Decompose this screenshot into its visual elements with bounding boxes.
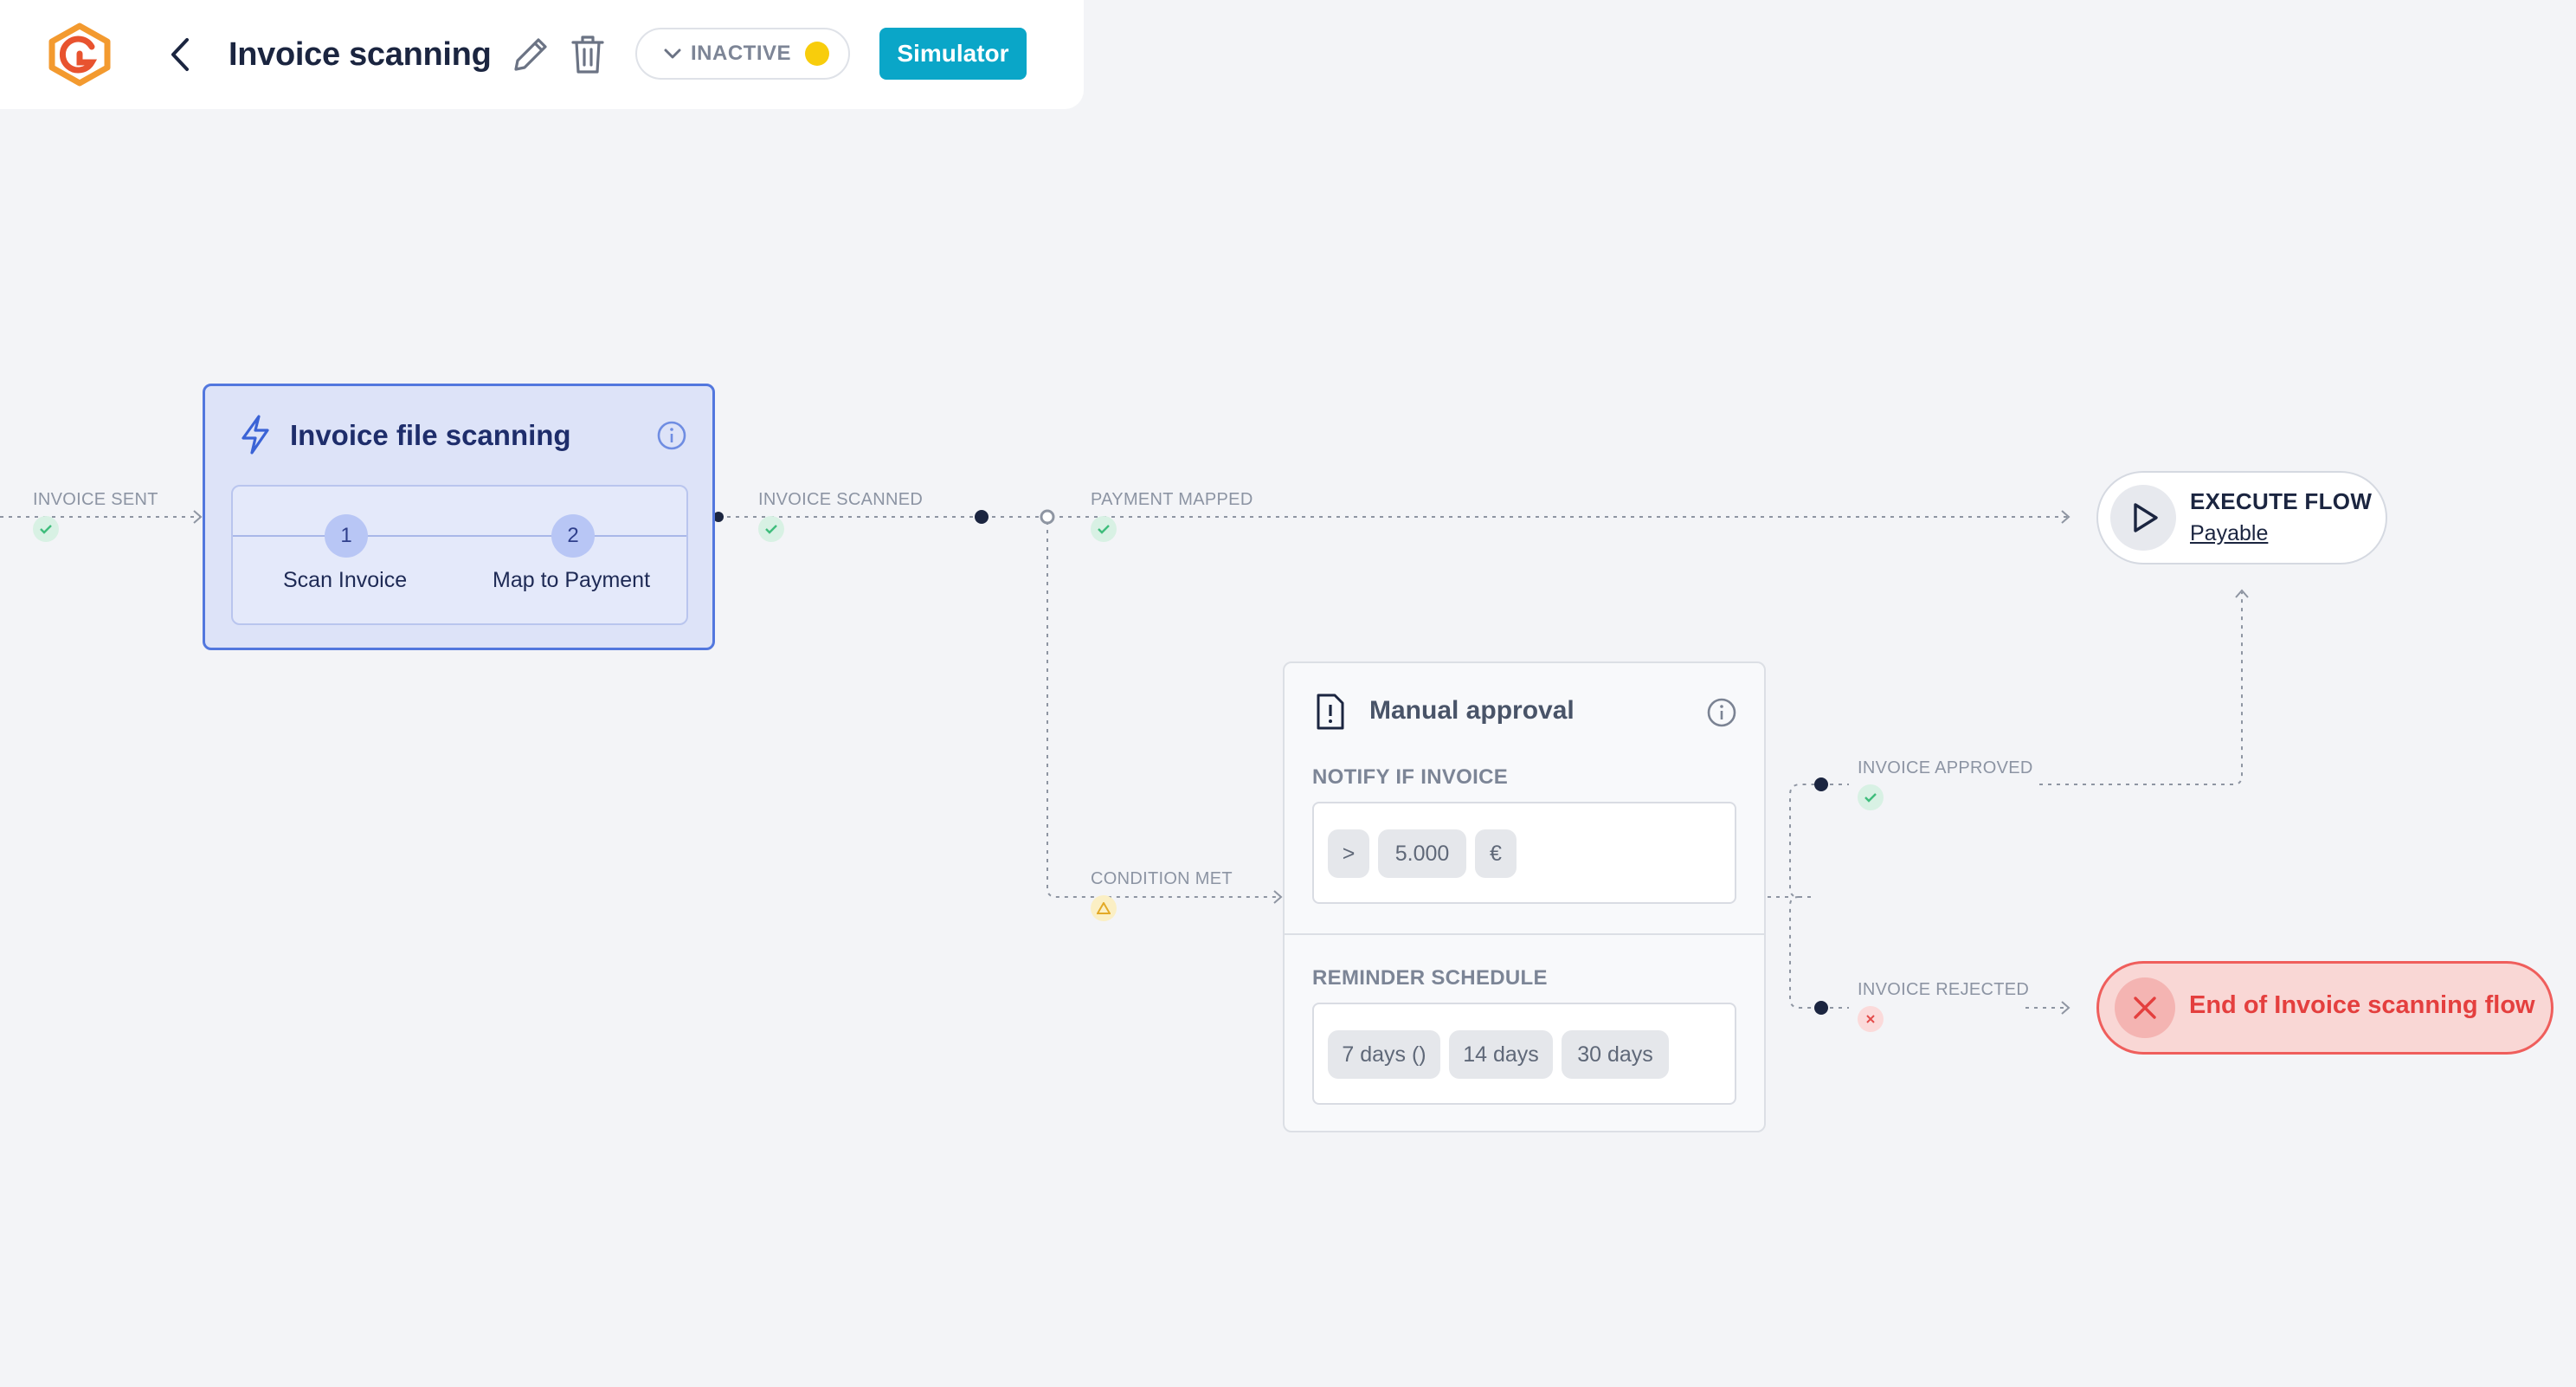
condition-currency-chip[interactable]: € <box>1475 829 1517 878</box>
manual-approval-node[interactable]: Manual approval NOTIFY IF INVOICE > 5.00… <box>1283 661 1766 1132</box>
reminder-chip[interactable]: 7 days () <box>1328 1030 1440 1079</box>
status-label: INACTIVE <box>691 42 792 65</box>
chevron-down-icon <box>664 48 681 59</box>
edge-label-invoice-approved: INVOICE APPROVED <box>1858 758 2033 777</box>
trigger-steps: 1 Scan Invoice 2 Map to Payment <box>231 485 688 625</box>
close-icon <box>1858 1006 1884 1032</box>
execute-flow-label: EXECUTE FLOW <box>2190 488 2373 514</box>
status-dropdown[interactable]: INACTIVE <box>635 28 850 80</box>
reminder-section-label: REMINDER SCHEDULE <box>1312 966 1548 990</box>
reminder-chip[interactable]: 30 days <box>1562 1030 1669 1079</box>
close-icon <box>2115 977 2175 1038</box>
edge-label-invoice-rejected: INVOICE REJECTED <box>1858 980 2030 999</box>
step-label-scan-invoice: Scan Invoice <box>283 568 408 592</box>
condition-operator-chip[interactable]: > <box>1328 829 1369 878</box>
condition-amount-chip[interactable]: 5.000 <box>1378 829 1466 878</box>
simulator-button[interactable]: Simulator <box>879 28 1027 80</box>
edge-label-invoice-sent: INVOICE SENT <box>33 490 158 509</box>
notify-section-label: NOTIFY IF INVOICE <box>1312 765 1509 789</box>
check-icon <box>1091 516 1117 542</box>
warning-icon <box>1091 895 1117 921</box>
execute-flow-link[interactable]: Payable <box>2190 521 2268 546</box>
pencil-icon[interactable] <box>509 35 552 76</box>
check-icon <box>758 516 784 542</box>
step-number-1: 1 <box>325 514 368 558</box>
section-divider <box>1285 933 1764 935</box>
steps-connector-line <box>233 535 686 537</box>
step-label-map-to-payment: Map to Payment <box>493 568 651 592</box>
check-icon <box>33 516 59 542</box>
notify-condition-field[interactable]: > 5.000 € <box>1312 802 1736 904</box>
execute-flow-node[interactable]: EXECUTE FLOW Payable <box>2096 471 2387 564</box>
top-bar: Invoice scanning INACTIVE Simulator <box>0 0 1084 109</box>
info-icon[interactable] <box>1705 696 1738 729</box>
trash-icon[interactable] <box>568 33 608 76</box>
trigger-node-invoice-file-scanning[interactable]: Invoice file scanning 1 Scan Invoice 2 M… <box>203 384 715 650</box>
end-flow-node[interactable]: End of Invoice scanning flow <box>2096 961 2553 1055</box>
lightning-bolt-icon <box>238 414 273 455</box>
trigger-title: Invoice file scanning <box>290 419 571 451</box>
approval-title: Manual approval <box>1369 696 1575 725</box>
reminder-chip[interactable]: 14 days <box>1449 1030 1553 1079</box>
step-number-2: 2 <box>551 514 595 558</box>
reminder-schedule-field[interactable]: 7 days () 14 days 30 days <box>1312 1003 1736 1105</box>
document-alert-icon <box>1316 693 1345 731</box>
status-indicator-dot <box>805 42 830 66</box>
check-icon <box>1858 784 1884 810</box>
edge-label-condition-met: CONDITION MET <box>1091 869 1233 888</box>
edge-label-payment-mapped: PAYMENT MAPPED <box>1091 490 1253 509</box>
edge-label-invoice-scanned: INVOICE SCANNED <box>758 490 924 509</box>
info-icon[interactable] <box>655 419 688 452</box>
brand-logo-icon[interactable] <box>45 23 114 87</box>
page-title: Invoice scanning <box>229 36 492 73</box>
chevron-left-icon[interactable] <box>163 35 197 74</box>
play-icon[interactable] <box>2110 485 2176 551</box>
end-flow-label: End of Invoice scanning flow <box>2189 991 2535 1019</box>
